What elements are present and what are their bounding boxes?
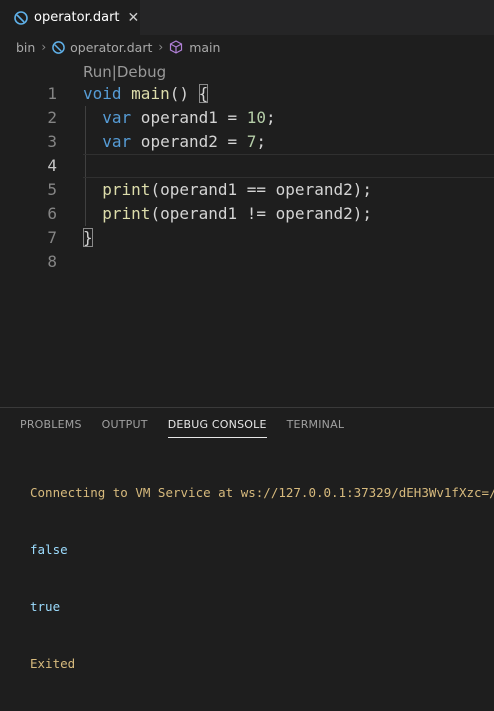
line-number: 6 [47,204,57,223]
breadcrumb-file-label: operator.dart [70,39,153,55]
breadcrumb-folder[interactable]: bin [16,40,35,55]
line-number: 3 [47,132,57,151]
tab-output[interactable]: OUTPUT [102,418,148,438]
code-line[interactable]: 6 print(operand1 != operand2); [0,202,494,226]
tab-problems[interactable]: PROBLEMS [20,418,82,438]
code-text: void main() { [83,84,209,103]
line-number: 7 [47,228,57,247]
breadcrumb-symbol-label: main [189,39,221,55]
code-text: print(operand1 == operand2); [102,180,372,199]
chevron-right-icon: › [41,40,47,54]
breadcrumb-file[interactable]: operator.dart [52,40,152,55]
codelens-debug[interactable]: Debug [117,63,166,81]
code-line[interactable]: 5 print(operand1 == operand2); [0,178,494,202]
line-number: 5 [47,180,57,199]
bottom-panel: PROBLEMS OUTPUT DEBUG CONSOLE TERMINAL C… [0,407,494,671]
breadcrumb-symbol[interactable]: main [169,40,220,55]
panel-tabs: PROBLEMS OUTPUT DEBUG CONSOLE TERMINAL [20,418,364,438]
code-text: var operand2 = 7; [102,132,267,151]
line-number: 8 [47,252,57,271]
code-line[interactable]: 1 void main() { [0,82,494,106]
tab-label: operator.dart [34,10,120,25]
console-line: Exited [30,656,76,671]
code-line[interactable]: 8 [0,250,494,274]
chevron-right-icon: › [158,40,164,54]
close-icon[interactable]: ✕ [128,10,140,26]
codelens: Run|Debug [83,63,166,81]
tab-debug-console[interactable]: DEBUG CONSOLE [167,418,267,438]
editor-tab-bar: operator.dart ✕ [0,0,494,35]
code-line[interactable]: 4 [0,154,494,178]
console-line: false [30,542,68,557]
console-line: Connecting to VM Service at ws://127.0.0… [30,485,494,500]
dart-file-icon [52,40,65,54]
code-text: print(operand1 != operand2); [102,204,372,223]
console-line: true [30,599,61,614]
code-line[interactable]: 2 var operand1 = 10; [0,106,494,130]
tab-terminal[interactable]: TERMINAL [287,418,345,438]
line-number: 1 [47,84,57,103]
debug-console-output: Connecting to VM Service at ws://127.0.0… [30,445,494,711]
breadcrumb: bin › operator.dart › main [0,36,494,58]
code-text: } [83,228,93,247]
tab-operator-dart[interactable]: operator.dart ✕ [0,0,140,35]
codelens-run[interactable]: Run [83,63,112,81]
line-number: 2 [47,108,57,127]
line-number: 4 [47,156,57,175]
code-text: var operand1 = 10; [102,108,276,127]
dart-file-icon [14,10,28,25]
method-cube-icon [170,40,183,54]
code-line[interactable]: 7 } [0,226,494,250]
code-line[interactable]: 3 var operand2 = 7; [0,130,494,154]
